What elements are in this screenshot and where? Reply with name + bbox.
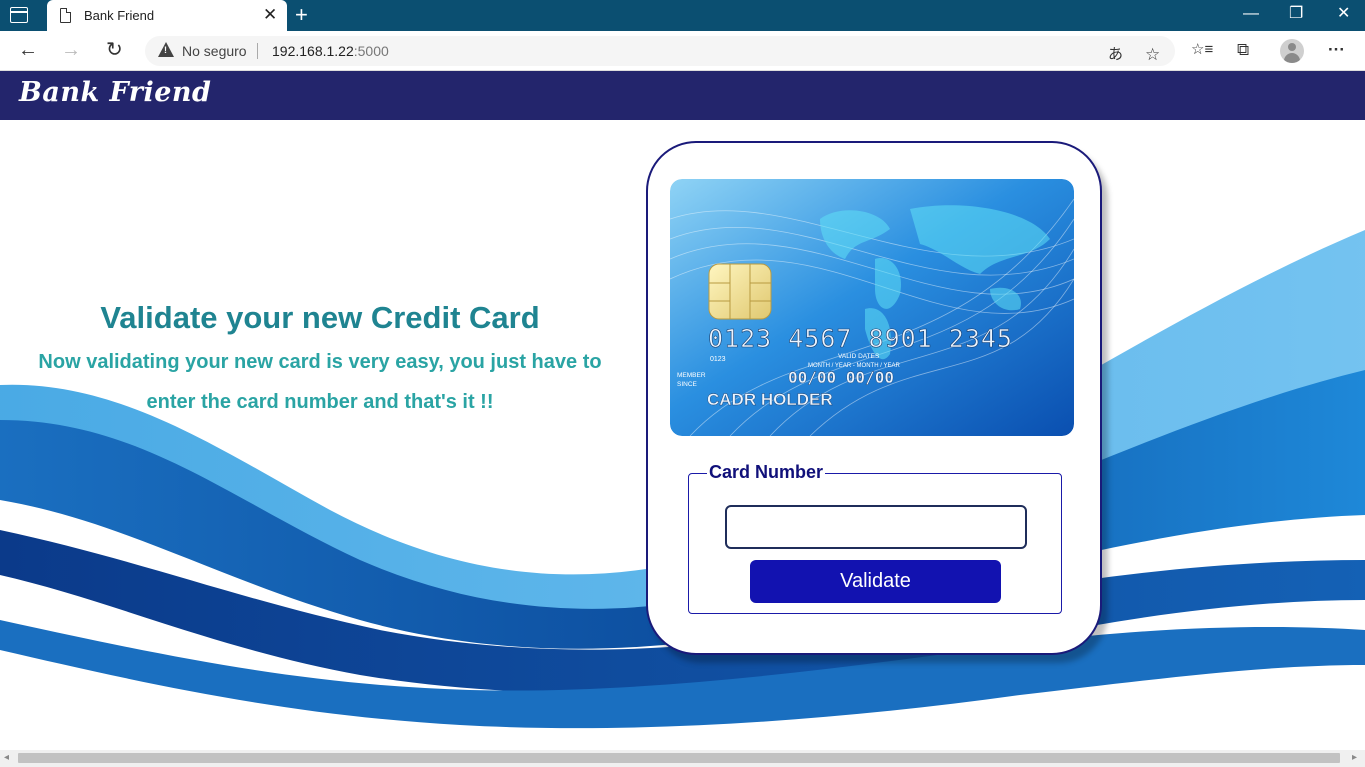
translate-icon[interactable]: あ <box>1108 45 1123 65</box>
scroll-right-arrow-icon[interactable]: ▸ <box>1352 752 1357 763</box>
page-favicon-icon <box>60 8 71 23</box>
more-menu-icon[interactable]: ··· <box>1328 40 1345 60</box>
security-label[interactable]: No seguro <box>182 43 247 59</box>
tab-title: Bank Friend <box>84 8 155 23</box>
minimize-button[interactable]: — <box>1243 4 1259 24</box>
url-bar[interactable]: No seguro 192.168.1.22:5000 あ ☆ <box>145 36 1175 66</box>
card-number-legend: Card Number <box>707 462 826 483</box>
add-favorite-icon[interactable]: ☆ <box>1145 45 1160 65</box>
card-number-fieldset: Card Number Validate <box>688 462 1062 614</box>
not-secure-warning-icon[interactable] <box>158 42 174 57</box>
brand-logo[interactable]: Bank Friend <box>19 77 211 108</box>
restore-button[interactable]: ❐ <box>1289 4 1303 24</box>
scroll-left-arrow-icon[interactable]: ◂ <box>4 752 9 763</box>
credit-card-image: 0123 4567 8901 2345 0123 MEMBER SINCE VA… <box>670 179 1074 436</box>
tab-actions-icon[interactable] <box>10 7 28 23</box>
forward-icon[interactable]: → <box>61 39 81 61</box>
hero-title: Validate your new Credit Card <box>100 300 540 335</box>
new-tab-button[interactable]: + <box>295 3 308 27</box>
hero-subtitle: Now validating your new card is very eas… <box>38 351 602 413</box>
url-divider <box>257 43 258 59</box>
browser-tab[interactable]: Bank Friend ✕ <box>47 0 287 31</box>
reload-icon[interactable]: ↻ <box>106 39 123 61</box>
card-holder: CADR HOLDER <box>707 390 833 409</box>
favorites-icon[interactable]: ☆≡ <box>1191 40 1213 60</box>
address-toolbar: ← → ↻ No seguro 192.168.1.22:5000 あ ☆ ☆≡… <box>0 31 1365 71</box>
card-small-number: 0123 <box>710 356 726 363</box>
page-content: Validate your new Credit Card Now valida… <box>0 120 1365 750</box>
url-port: :5000 <box>353 43 389 59</box>
validate-button[interactable]: Validate <box>750 560 1001 603</box>
site-header: Bank Friend <box>0 71 1365 120</box>
tab-close-icon[interactable]: ✕ <box>263 6 277 24</box>
back-icon[interactable]: ← <box>18 39 38 61</box>
card-number-input[interactable] <box>725 505 1027 549</box>
card-number-emboss: 0123 4567 8901 2345 <box>708 324 1013 353</box>
member-since-line2: SINCE <box>677 381 698 388</box>
url-host: 192.168.1.22 <box>272 43 354 59</box>
browser-tab-strip: Bank Friend ✕ + — ❐ ✕ <box>0 0 1365 31</box>
validation-panel: 0123 4567 8901 2345 0123 MEMBER SINCE VA… <box>646 141 1102 655</box>
scrollbar-thumb[interactable] <box>18 753 1340 763</box>
valid-dates-label: VALID DATES <box>838 353 880 360</box>
horizontal-scrollbar[interactable]: ◂ ▸ <box>0 750 1365 767</box>
url-text[interactable]: 192.168.1.22:5000 <box>272 43 389 59</box>
profile-avatar[interactable] <box>1280 39 1304 63</box>
member-since-line1: MEMBER <box>677 372 706 379</box>
close-window-button[interactable]: ✕ <box>1337 4 1350 24</box>
collections-icon[interactable]: ⧉ <box>1237 40 1249 60</box>
card-dates: 00/00 00/00 <box>788 368 894 387</box>
